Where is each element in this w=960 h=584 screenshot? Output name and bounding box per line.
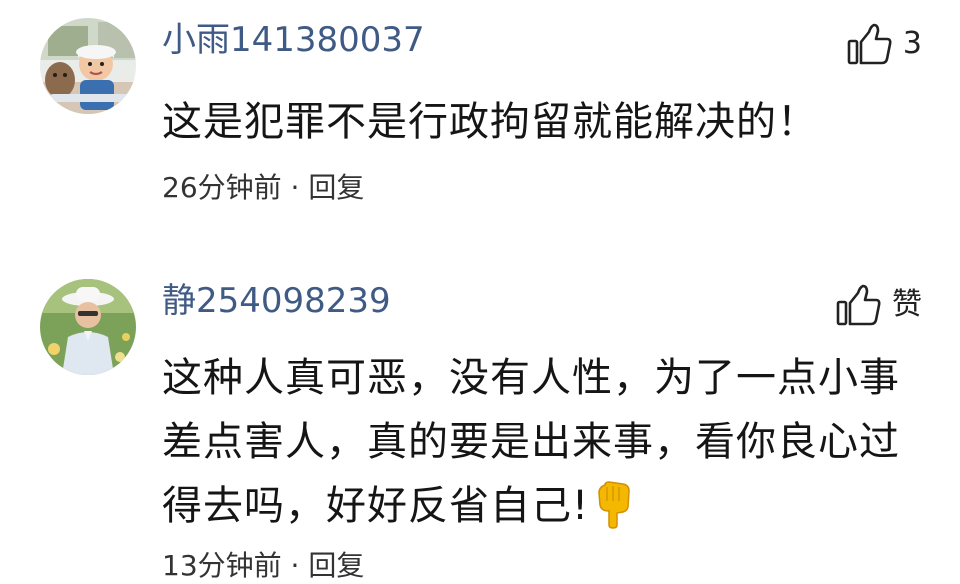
- avatar[interactable]: [40, 279, 136, 375]
- comment-item: 小雨141380037 3 这是犯罪不是行政拘留就能解决的！ 26分钟前 · 回…: [0, 0, 960, 260]
- like-count: 3: [902, 26, 922, 61]
- username[interactable]: 静254098239: [162, 281, 391, 321]
- username[interactable]: 小雨141380037: [162, 20, 425, 60]
- comment-meta: 26分钟前 · 回复: [162, 170, 364, 206]
- avatar-image: [40, 279, 136, 375]
- like-label: 赞: [892, 287, 922, 322]
- timestamp: 13分钟前: [162, 549, 282, 582]
- reply-button[interactable]: 回复: [308, 171, 364, 204]
- avatar-image: [40, 18, 136, 114]
- comment-text-line: 得去吗，好好反省自己!: [162, 474, 922, 538]
- meta-separator: ·: [290, 171, 300, 204]
- comment-list-page: 小雨141380037 3 这是犯罪不是行政拘留就能解决的！ 26分钟前 · 回…: [0, 0, 960, 584]
- comment-item: 静254098239 赞 这种人真可恶，没有人性，为了一点小事 差点害人，真的要…: [0, 260, 960, 584]
- like-button[interactable]: 赞: [836, 283, 922, 327]
- avatar[interactable]: [40, 18, 136, 114]
- timestamp: 26分钟前: [162, 171, 282, 204]
- like-button[interactable]: 3: [847, 22, 922, 66]
- comment-text-line: 这是犯罪不是行政拘留就能解决的！: [162, 99, 818, 145]
- comment-content: 这种人真可恶，没有人性，为了一点小事 差点害人，真的要是出来事，看你良心过 得去…: [162, 346, 922, 538]
- thumbs-up-icon: [836, 284, 881, 326]
- comment-content: 这是犯罪不是行政拘留就能解决的！: [162, 90, 922, 154]
- meta-separator: ·: [290, 549, 300, 582]
- pointing-down-hand-emoji-icon: [598, 481, 630, 529]
- comment-text-line: 差点害人，真的要是出来事，看你良心过: [162, 419, 900, 465]
- comment-text-line: 这种人真可恶，没有人性，为了一点小事: [162, 355, 900, 401]
- comment-text-segment: 得去吗，好好反省自己!: [162, 483, 590, 529]
- reply-button[interactable]: 回复: [308, 549, 364, 582]
- thumbs-up-icon: [847, 23, 892, 65]
- comment-meta: 13分钟前 · 回复: [162, 548, 364, 584]
